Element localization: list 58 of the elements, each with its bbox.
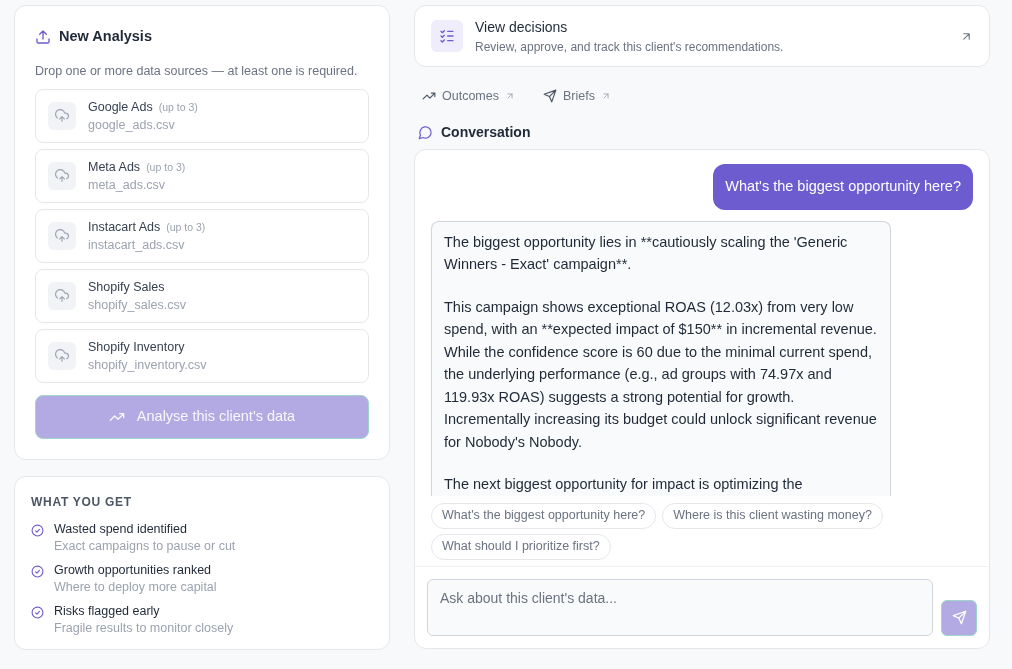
file-name: shopify_sales.csv: [88, 296, 186, 313]
external-arrow-icon: [504, 91, 515, 102]
upload-dropzone[interactable]: Shopify Sales shopify_sales.csv: [35, 268, 369, 323]
decisions-card[interactable]: View decisions Review, approve, and track this client's recommendations.: [414, 5, 990, 67]
upload-icon: [35, 28, 51, 45]
cloud-upload-icon: [55, 348, 69, 363]
checklist-icon: [439, 28, 455, 44]
link-label: Outcomes: [442, 88, 499, 105]
benefit-title: Risks flagged early: [54, 602, 161, 619]
suggestion-chip[interactable]: Where is this client wasting money?: [662, 502, 883, 529]
message-paragraph: This campaign shows exceptional ROAS (12.03x) from very low spend, with an **expected impact of $150** in incremental revenue. While the confidence score is 60 due to the minimal current spend, the underlying performance (e.g., ad groups with 74.97x and 119.93x ROAS) suggests a strong potential for growth. Incrementally increasing its budget could unlock significant revenue for Nobody's Nobody.: [444, 297, 878, 452]
panel-title: New Analysis: [59, 27, 152, 46]
section-title: Conversation: [441, 122, 531, 142]
benefit-detail: Exact campaigns to pause or cut: [54, 537, 236, 555]
upload-dropzone[interactable]: Google Ads (up to 3) google_ads.csv: [35, 88, 369, 143]
check-circle-icon: [31, 605, 44, 619]
source-name: Shopify Inventory: [88, 339, 185, 357]
benefit-detail: Where to deploy more capital: [54, 578, 217, 596]
cloud-upload-icon: [55, 168, 69, 183]
source-name: Instacart Ads: [88, 219, 161, 237]
check-circle-icon: [31, 523, 44, 537]
upload-dropzone[interactable]: Instacart Ads (up to 3) instacart_ads.csv: [35, 208, 369, 263]
file-name: google_ads.csv: [88, 116, 176, 133]
benefit-title: Growth opportunities ranked: [54, 561, 213, 578]
file-name: shopify_inventory.csv: [88, 356, 207, 373]
nav-link[interactable]: Outcomes: [422, 87, 515, 106]
file-name: instacart_ads.csv: [88, 236, 186, 253]
card-title: View decisions: [475, 17, 569, 37]
message-input[interactable]: Ask about this client's data...: [427, 578, 933, 636]
benefit-title: Wasted spend identified: [54, 520, 188, 537]
source-name: Shopify Sales: [88, 279, 165, 297]
card-subtitle: Review, approve, and track this client's recommendations.: [475, 38, 785, 56]
cloud-upload-icon: [55, 288, 69, 303]
message-paragraph: The next biggest opportunity for impact is optimizing the: [444, 475, 804, 494]
suggestion-chip[interactable]: What's the biggest opportunity here?: [431, 502, 657, 529]
cloud-upload-icon: [55, 108, 69, 123]
file-name: meta_ads.csv: [88, 176, 167, 193]
upload-dropzone[interactable]: Shopify Inventory shopify_inventory.csv: [35, 328, 369, 383]
chat-bubble-icon: [418, 124, 433, 140]
source-name: Google Ads: [88, 99, 153, 117]
suggestion-chip[interactable]: What should I prioritize first?: [431, 533, 611, 560]
section-title: WHAT YOU GET: [31, 493, 133, 511]
benefit-detail: Fragile results to monitor closely: [54, 619, 234, 637]
source-limit: (up to 3): [146, 160, 186, 176]
source-limit: (up to 3): [158, 100, 198, 116]
user-message: What's the biggest opportunity here?: [713, 163, 973, 210]
upload-dropzone[interactable]: Meta Ads (up to 3) meta_ads.csv: [35, 148, 369, 203]
source-limit: (up to 3): [166, 220, 206, 236]
send-icon: [951, 610, 967, 626]
link-label: Briefs: [562, 88, 595, 105]
description: Drop one or more data sources — at least one is required.: [35, 62, 359, 80]
external-arrow-icon: [600, 91, 611, 102]
source-name: Meta Ads: [88, 159, 141, 177]
check-circle-icon: [31, 564, 44, 578]
send-icon: [542, 89, 557, 104]
cloud-upload-icon: [55, 228, 69, 243]
nav-link[interactable]: Briefs: [542, 87, 611, 106]
message-paragraph: The biggest opportunity lies in **cautiously scaling the 'Generic Winners - Exact' campaign**.: [444, 232, 849, 274]
